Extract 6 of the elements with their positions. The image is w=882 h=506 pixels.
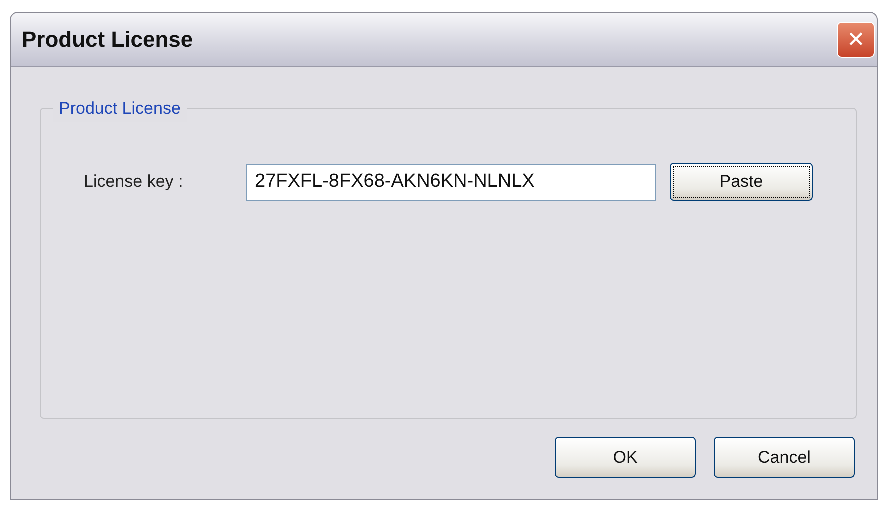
paste-button[interactable]: Paste bbox=[670, 163, 813, 201]
field-label: License key : bbox=[84, 171, 184, 194]
ok-button[interactable]: OK bbox=[555, 437, 696, 478]
license-key-field[interactable]: 27FXFL-8FX68-AKN6KN-NLNLX bbox=[246, 164, 656, 200]
cancel-button[interactable]: Cancel bbox=[714, 437, 855, 478]
window-title: Product License bbox=[22, 26, 194, 54]
